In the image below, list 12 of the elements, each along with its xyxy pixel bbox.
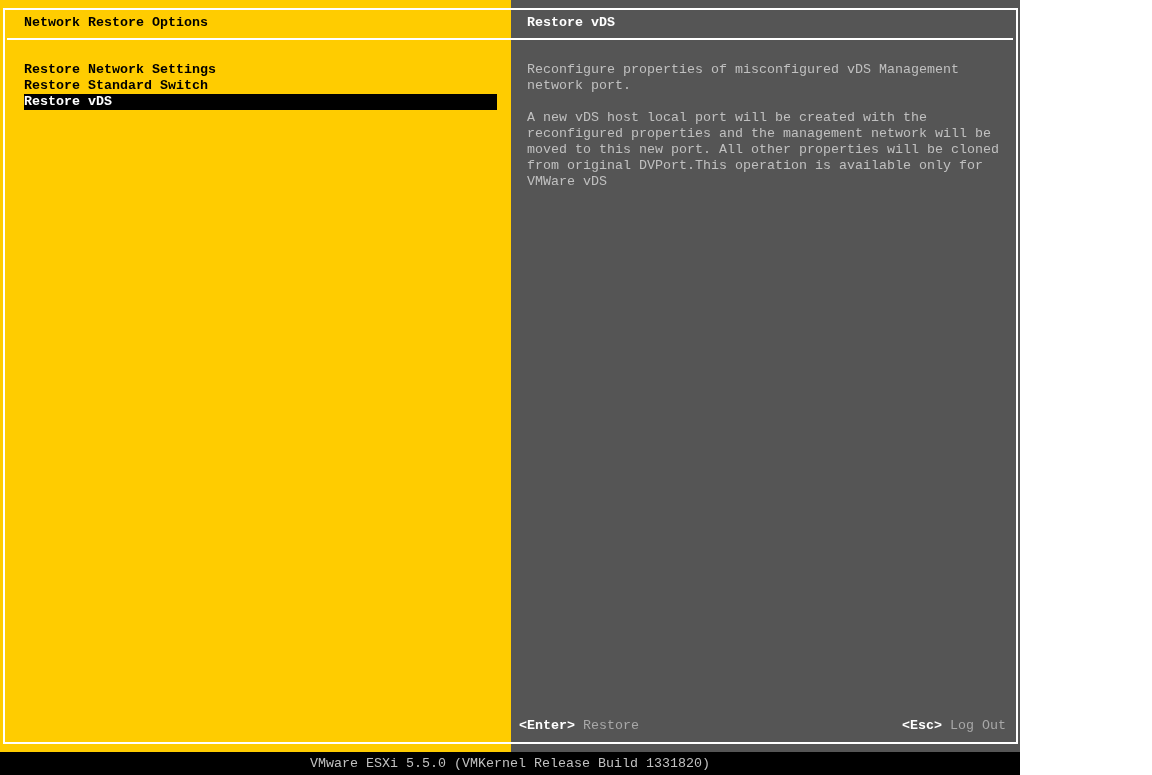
shortcut-key[interactable]: <Esc> (902, 718, 942, 733)
menu-item[interactable]: Restore vDS (24, 94, 497, 110)
shortcut-key[interactable]: <Enter> (519, 718, 575, 733)
action-label: Restore (583, 718, 639, 733)
status-bar-text: VMware ESXi 5.5.0 (VMKernel Release Build 1331820) (310, 755, 710, 772)
menu-item[interactable]: Restore Standard Switch (24, 78, 497, 94)
menu-item[interactable]: Restore Network Settings (24, 62, 497, 78)
panel-title: Network Restore Options (24, 15, 208, 30)
description-text: Reconfigure properties of misconfigured vDS Management network port. (527, 62, 960, 94)
action-label: Log Out (950, 718, 1006, 733)
panel-title: Restore vDS (527, 15, 615, 30)
description-text: A new vDS host local port will be created with the reconfigured properties and the management network will be moved to this new port. All other properties will be cloned from original DVPort.This operation is available only for VMWare vDS (527, 110, 1000, 190)
